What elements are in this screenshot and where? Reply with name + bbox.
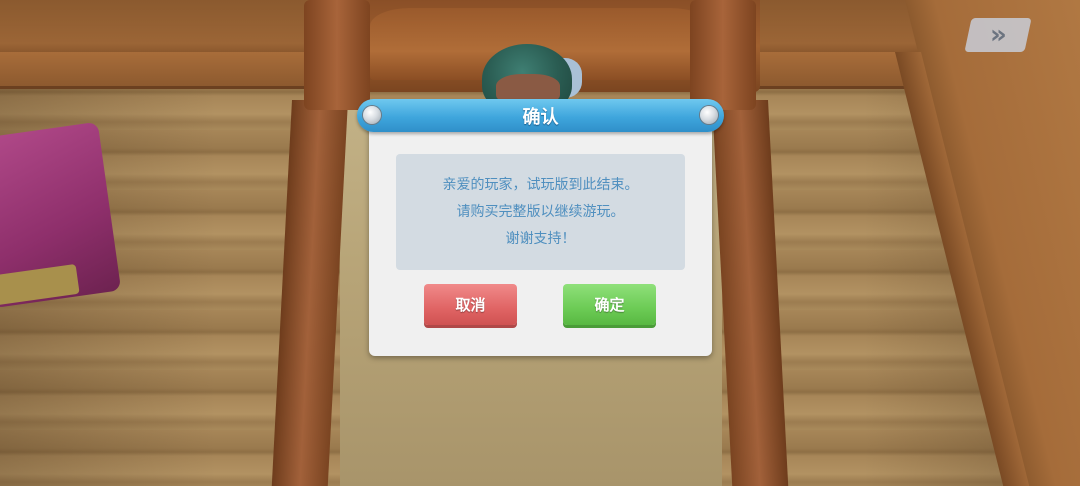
confirm-button[interactable]: 确定 bbox=[563, 284, 656, 325]
rivet-left-icon bbox=[363, 106, 381, 124]
dialog-message-line: 请购买完整版以继续游玩。 bbox=[456, 203, 625, 220]
dialog-header: 确认 bbox=[357, 99, 724, 132]
bed-post-right bbox=[690, 0, 756, 110]
rivet-right-icon bbox=[700, 106, 718, 124]
skip-button[interactable]: » bbox=[964, 18, 1032, 52]
cancel-button[interactable]: 取消 bbox=[424, 284, 517, 325]
dialog-message-box: 亲爱的玩家，试玩版到此结束。 请购买完整版以继续游玩。 谢谢支持！ bbox=[396, 154, 685, 270]
bed-post-left bbox=[304, 0, 370, 110]
fast-forward-icon: » bbox=[989, 20, 1001, 50]
dialog-message-line: 谢谢支持！ bbox=[505, 230, 576, 247]
dialog-message-line: 亲爱的玩家，试玩版到此结束。 bbox=[442, 176, 639, 193]
dialog-title: 确认 bbox=[522, 106, 559, 128]
